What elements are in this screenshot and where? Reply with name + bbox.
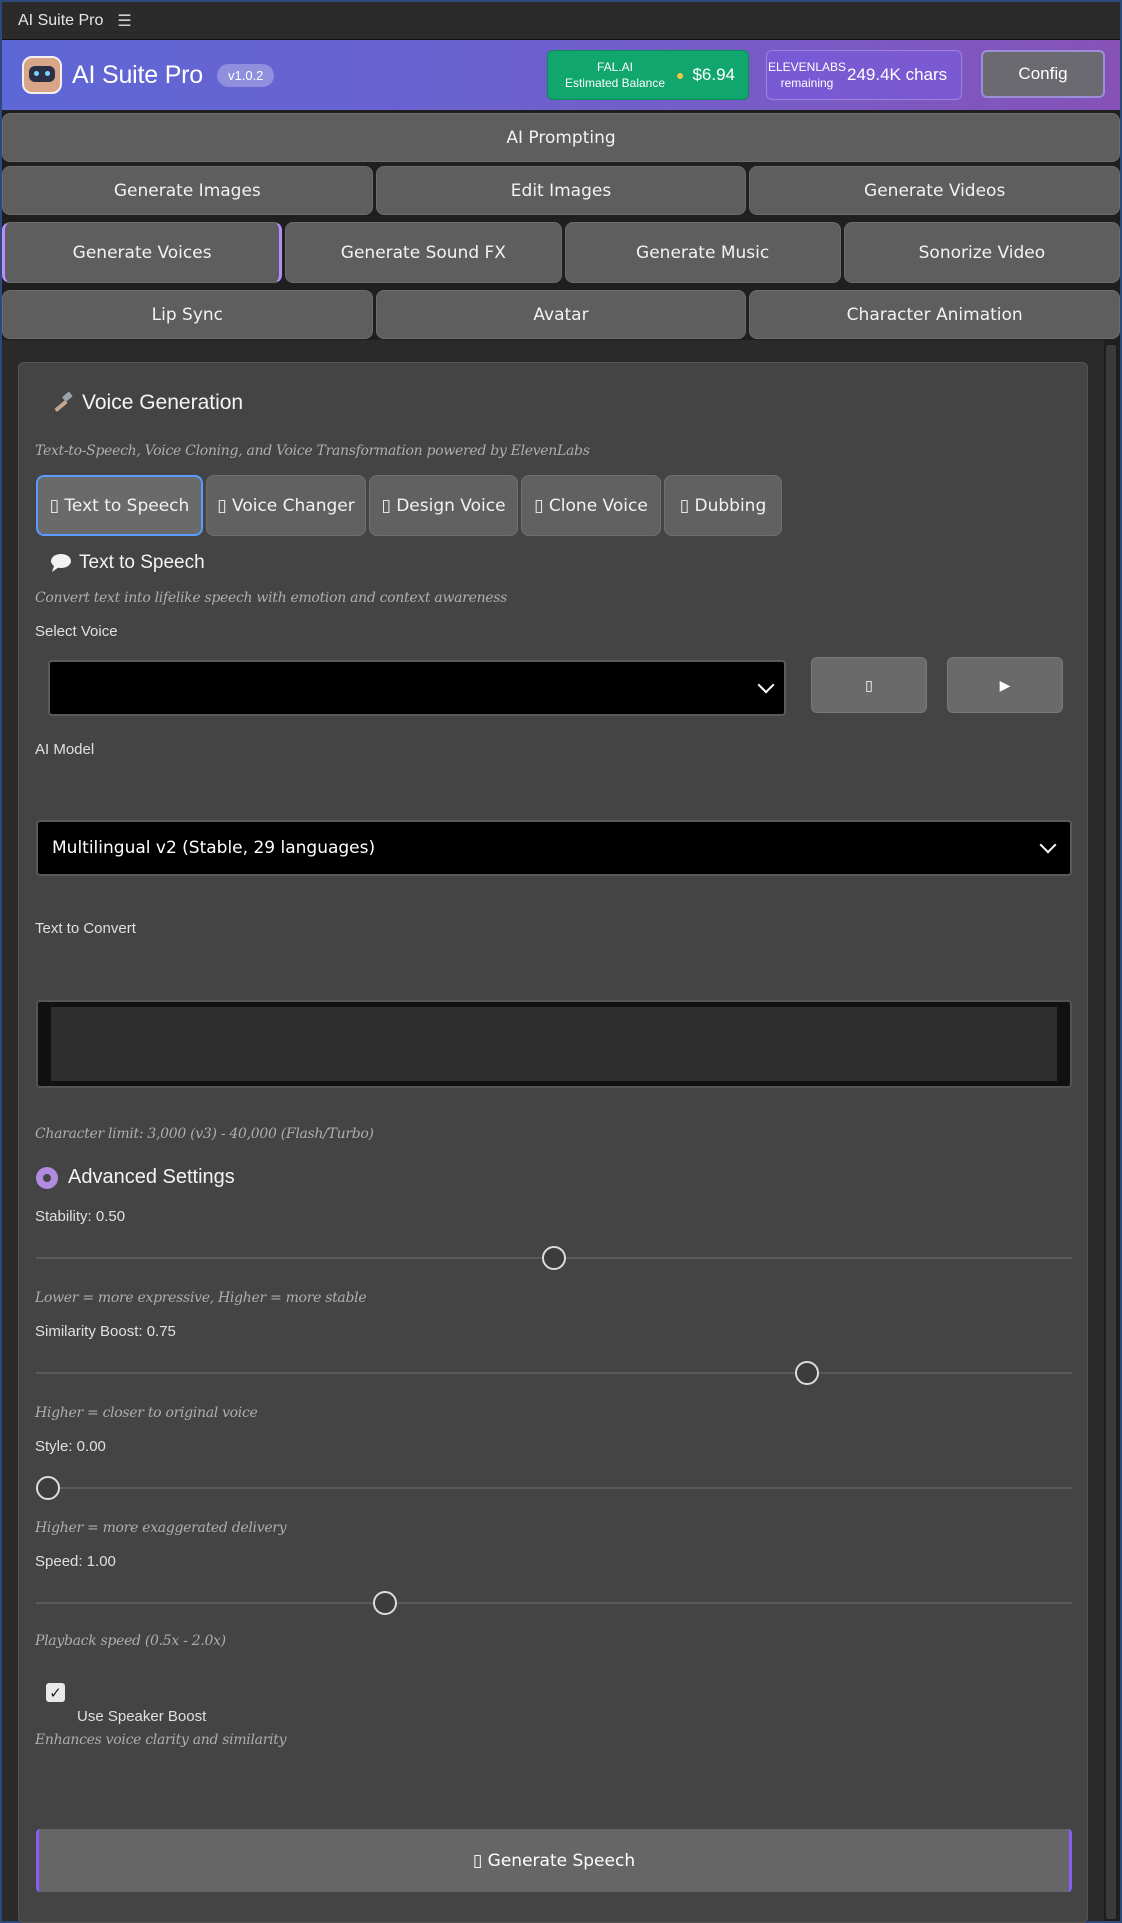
fal-sublabel: Estimated Balance xyxy=(564,76,666,90)
fal-amount: $6.94 xyxy=(692,65,736,84)
chevron-down-icon xyxy=(1039,836,1057,854)
tts-heading: Text to Speech xyxy=(50,552,205,574)
ai-model-label: AI Model xyxy=(35,741,95,758)
elevenlabs-amount: 249.4K chars xyxy=(847,65,948,84)
tab-avatar[interactable]: Avatar xyxy=(375,290,747,339)
tab-lip-sync[interactable]: Lip Sync xyxy=(2,290,373,339)
advanced-settings-heading: Advanced Settings xyxy=(36,1166,235,1189)
tab-sonorize-video[interactable]: Sonorize Video xyxy=(843,222,1120,283)
scrollbar-thumb[interactable] xyxy=(1106,345,1116,1919)
robot-logo-icon xyxy=(22,56,62,94)
generate-speech-button[interactable]: ▯ Generate Speech xyxy=(36,1829,1072,1892)
tab-row-3: Generate Voices Generate Sound FX Genera… xyxy=(2,222,1120,283)
hammer-icon xyxy=(54,391,73,412)
preview-voice-button[interactable]: ▶ xyxy=(947,657,1063,713)
subtab-clone-voice[interactable]: ▯ Clone Voice xyxy=(521,475,661,536)
refresh-icon: ▯ xyxy=(865,676,873,693)
voice-generation-subtitle: Text-to-Speech, Voice Cloning, and Voice… xyxy=(35,443,590,459)
speech-bubble-icon xyxy=(51,554,71,572)
subtab-dubbing[interactable]: ▯ Dubbing xyxy=(664,475,782,536)
select-voice-label: Select Voice xyxy=(35,623,118,640)
speaker-boost-hint: Enhances voice clarity and similarity xyxy=(35,1732,287,1748)
tab-row-2: Generate Images Edit Images Generate Vid… xyxy=(2,166,1121,215)
speaker-boost-label: Use Speaker Boost xyxy=(77,1708,207,1725)
hamburger-menu-icon[interactable]: ☰ xyxy=(117,11,131,31)
text-to-convert-label: Text to Convert xyxy=(35,920,136,937)
tab-ai-prompting[interactable]: AI Prompting xyxy=(2,113,1120,162)
app-header: AI Suite Pro v1.0.2 FAL.AI Estimated Bal… xyxy=(2,40,1120,110)
style-hint: Higher = more exaggerated delivery xyxy=(35,1520,287,1536)
config-button[interactable]: Config xyxy=(981,50,1105,98)
chevron-down-icon xyxy=(757,676,775,694)
similarity-hint: Higher = closer to original voice xyxy=(35,1405,258,1421)
tab-generate-voices[interactable]: Generate Voices xyxy=(2,222,283,283)
subtab-design-voice[interactable]: ▯ Design Voice xyxy=(369,475,518,536)
style-label: Style: 0.00 xyxy=(35,1438,106,1455)
elevenlabs-sublabel: remaining xyxy=(780,76,834,90)
tab-generate-sound-fx[interactable]: Generate Sound FX xyxy=(285,222,562,283)
speed-label: Speed: 1.00 xyxy=(35,1553,116,1570)
tab-generate-music[interactable]: Generate Music xyxy=(564,222,841,283)
tab-row-1: AI Prompting xyxy=(2,113,1120,162)
speed-slider-track[interactable] xyxy=(36,1602,1072,1604)
tab-generate-videos[interactable]: Generate Videos xyxy=(749,166,1121,215)
tab-edit-images[interactable]: Edit Images xyxy=(375,166,747,215)
moneybag-icon: ● xyxy=(676,67,685,83)
similarity-slider-track[interactable] xyxy=(36,1372,1072,1374)
stability-slider-thumb[interactable] xyxy=(542,1246,566,1270)
tab-generate-images[interactable]: Generate Images xyxy=(2,166,373,215)
character-limit-hint: Character limit: 3,000 (v3) - 40,000 (Fl… xyxy=(35,1126,374,1142)
gear-icon xyxy=(36,1166,58,1189)
stability-label: Stability: 0.50 xyxy=(35,1208,126,1225)
similarity-slider-thumb[interactable] xyxy=(795,1361,819,1385)
style-slider-track[interactable] xyxy=(36,1487,1072,1489)
voice-generation-heading: Voice Generation xyxy=(50,390,243,416)
title-bar: AI Suite Pro ☰ xyxy=(2,2,1120,40)
speed-slider-thumb[interactable] xyxy=(373,1591,397,1615)
text-to-convert-field[interactable] xyxy=(36,1000,1072,1088)
speed-hint: Playback speed (0.5x - 2.0x) xyxy=(35,1633,226,1649)
subtab-text-to-speech[interactable]: ▯ Text to Speech xyxy=(36,475,203,536)
tts-title: Text to Speech xyxy=(79,552,205,573)
subtab-voice-changer[interactable]: ▯ Voice Changer xyxy=(206,475,366,536)
version-badge: v1.0.2 xyxy=(217,63,275,87)
ai-model-value: Multilingual v2 (Stable, 29 languages) xyxy=(52,838,376,858)
refresh-voices-button[interactable]: ▯ xyxy=(811,657,927,713)
tab-row-4: Lip Sync Avatar Character Animation xyxy=(2,290,1121,339)
voice-generation-title: Voice Generation xyxy=(82,391,244,414)
ai-model-select[interactable]: Multilingual v2 (Stable, 29 languages) xyxy=(36,820,1072,876)
speaker-boost-checkbox[interactable]: ✓ xyxy=(46,1683,65,1702)
elevenlabs-balance-badge: ELEVENLABS remaining 249.4K chars xyxy=(766,50,962,100)
text-to-convert-input[interactable] xyxy=(51,1007,1057,1081)
window-title: AI Suite Pro xyxy=(18,11,104,29)
advanced-settings-title: Advanced Settings xyxy=(68,1166,235,1188)
voice-subtabs: ▯ Text to Speech ▯ Voice Changer ▯ Desig… xyxy=(36,475,782,536)
play-icon: ▶ xyxy=(999,676,1011,693)
similarity-boost-label: Similarity Boost: 0.75 xyxy=(35,1323,176,1340)
voice-select[interactable] xyxy=(48,660,786,716)
style-slider-thumb[interactable] xyxy=(36,1476,60,1500)
tts-subtitle: Convert text into lifelike speech with e… xyxy=(35,590,508,606)
brand-title: AI Suite Pro xyxy=(72,60,203,89)
stability-hint: Lower = more expressive, Higher = more s… xyxy=(35,1290,367,1306)
elevenlabs-label: ELEVENLABS xyxy=(767,60,847,74)
fal-balance-badge: FAL.AI Estimated Balance ● $6.94 xyxy=(547,50,749,100)
fal-label: FAL.AI xyxy=(596,60,634,74)
tab-character-animation[interactable]: Character Animation xyxy=(749,290,1121,339)
